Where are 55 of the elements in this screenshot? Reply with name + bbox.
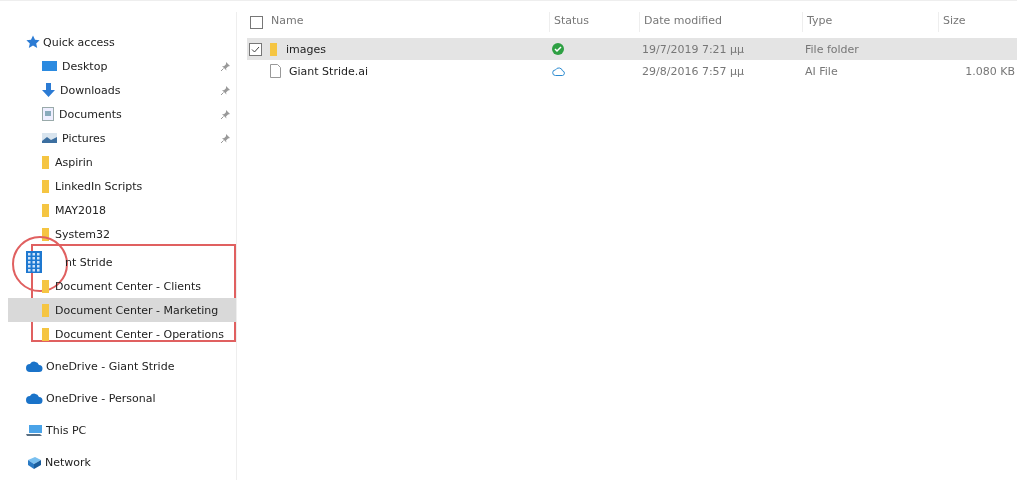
folder-icon (270, 42, 278, 56)
folder-icon (42, 303, 50, 317)
building-icon (26, 251, 42, 273)
network-icon (26, 455, 42, 469)
folder-icon (42, 203, 50, 217)
column-header[interactable]: Status (550, 12, 640, 32)
pin-icon (221, 109, 230, 119)
nav-item[interactable]: Quick access (8, 30, 236, 54)
folder-icon (42, 155, 50, 169)
nav-item[interactable]: Documents (8, 102, 236, 126)
nav-item[interactable]: Document Center - Operations (8, 322, 236, 346)
pin-icon (221, 85, 230, 95)
nav-item[interactable]: Desktop (8, 54, 236, 78)
size-cell-text: 1.080 KB (964, 64, 1016, 78)
file-icon (270, 64, 281, 78)
file-name: images (286, 42, 326, 56)
pin-icon (221, 61, 230, 71)
folder-icon (42, 279, 50, 293)
date-cell-text: 29/8/2016 7:57 μμ (641, 64, 746, 78)
date-cell-text: 19/7/2019 7:21 μμ (641, 42, 746, 56)
pin-icon (221, 133, 230, 143)
nav-item[interactable]: This PC (8, 414, 236, 446)
nav-item[interactable]: Downloads (8, 78, 236, 102)
folder-icon (42, 179, 50, 193)
nav-item[interactable]: OneDrive - Personal (8, 382, 236, 414)
column-header[interactable]: Type (803, 12, 939, 32)
checkbox-checked-icon (249, 42, 262, 56)
picture-icon (42, 132, 57, 144)
download-arrow-icon (42, 83, 55, 97)
nav-item[interactable]: Aspirin (8, 150, 236, 174)
column-header[interactable]: Name (271, 12, 550, 32)
select-all-checkbox[interactable] (250, 15, 263, 29)
column-header[interactable]: Size (939, 12, 1017, 32)
nav-item[interactable]: OneDrive - Giant Stride (8, 350, 236, 382)
nav-item[interactable]: MAY2018 (8, 198, 236, 222)
column-header[interactable]: Date modified (640, 12, 803, 32)
type-cell-text: File folder (804, 42, 860, 56)
monitor-icon (42, 60, 57, 72)
nav-item[interactable]: Pictures (8, 126, 236, 150)
nav-item[interactable]: Document Center - Marketing (8, 298, 236, 322)
nav-item[interactable]: Network (8, 446, 236, 478)
nav-item[interactable]: System32 (8, 222, 236, 246)
nav-item[interactable]: LinkedIn Scripts (8, 174, 236, 198)
file-name: Giant Stride.ai (289, 64, 369, 78)
folder-icon (42, 327, 50, 341)
type-cell-text: AI File (804, 64, 839, 78)
cloud-icon (26, 360, 43, 372)
laptop-icon (26, 423, 43, 437)
document-icon (42, 107, 54, 121)
file-row[interactable]: images 19/7/2019 7:21 μμ File folder (247, 38, 1017, 60)
nav-item[interactable]: Document Center - Clients (8, 274, 236, 298)
star-icon (26, 35, 40, 49)
cloud-icon (26, 392, 43, 404)
file-row[interactable]: Giant Stride.ai 29/8/2016 7:57 μμ AI File 1.080 KB (247, 60, 1017, 82)
folder-icon (42, 227, 50, 241)
